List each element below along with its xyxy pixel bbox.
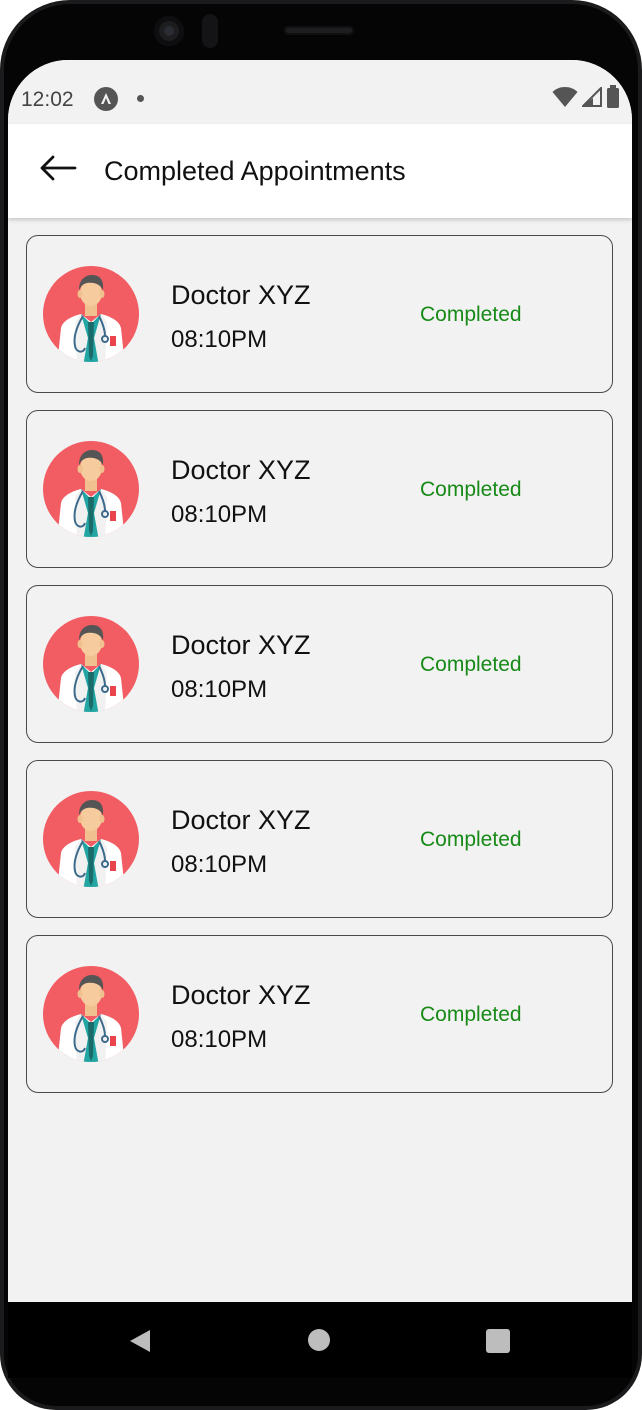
back-button[interactable]	[34, 146, 82, 194]
doctor-avatar-icon	[43, 266, 139, 362]
appointment-card[interactable]: Doctor XYZ 08:10PM Completed	[26, 935, 613, 1093]
battery-icon	[606, 84, 620, 114]
doctor-name: Doctor XYZ	[171, 805, 311, 835]
status-badge: Completed	[420, 828, 522, 851]
status-badge: Completed	[420, 478, 522, 501]
appointment-list: Doctor XYZ 08:10PM Completed Doctor XYZ …	[26, 235, 614, 1110]
status-badge: Completed	[420, 1003, 522, 1026]
status-badge: Completed	[420, 653, 522, 676]
notification-dot-icon	[137, 95, 144, 102]
appointment-time: 08:10PM	[171, 501, 268, 528]
cell-signal-icon	[580, 85, 602, 112]
status-time: 12:02	[21, 88, 74, 111]
appointment-time: 08:10PM	[171, 1026, 268, 1053]
wifi-icon	[552, 86, 578, 113]
nav-back-icon[interactable]	[128, 1329, 152, 1353]
proximity-sensor	[202, 14, 218, 48]
doctor-name: Doctor XYZ	[171, 980, 311, 1010]
doctor-name: Doctor XYZ	[171, 280, 311, 310]
system-nav-bar	[8, 1302, 632, 1378]
earpiece-speaker	[284, 26, 354, 35]
app-bar: Completed Appointments	[8, 124, 632, 218]
doctor-name: Doctor XYZ	[171, 630, 311, 660]
page-title: Completed Appointments	[104, 156, 406, 186]
doctor-name: Doctor XYZ	[171, 455, 311, 485]
appointment-card[interactable]: Doctor XYZ 08:10PM Completed	[26, 760, 613, 918]
doctor-avatar-icon	[43, 791, 139, 887]
doctor-avatar-icon	[43, 441, 139, 537]
appointment-card[interactable]: Doctor XYZ 08:10PM Completed	[26, 585, 613, 743]
nav-home-icon[interactable]	[308, 1329, 330, 1351]
status-badge: Completed	[420, 303, 522, 326]
status-bar: 12:02	[8, 60, 632, 124]
doctor-avatar-icon	[43, 966, 139, 1062]
front-camera	[154, 16, 184, 46]
status-icons	[552, 84, 620, 114]
nav-recents-icon[interactable]	[486, 1329, 510, 1353]
appointment-card[interactable]: Doctor XYZ 08:10PM Completed	[26, 235, 613, 393]
appointment-time: 08:10PM	[171, 676, 268, 703]
phone-frame: 12:02 Completed Appointments Doctor XYZ …	[0, 0, 642, 1410]
arrow-left-icon	[39, 155, 77, 186]
appointment-card[interactable]: Doctor XYZ 08:10PM Completed	[26, 410, 613, 568]
doctor-avatar-icon	[43, 616, 139, 712]
notification-app-icon	[94, 87, 118, 111]
app-screen: 12:02 Completed Appointments Doctor XYZ …	[8, 60, 632, 1302]
appointment-time: 08:10PM	[171, 851, 268, 878]
appointment-time: 08:10PM	[171, 326, 268, 353]
